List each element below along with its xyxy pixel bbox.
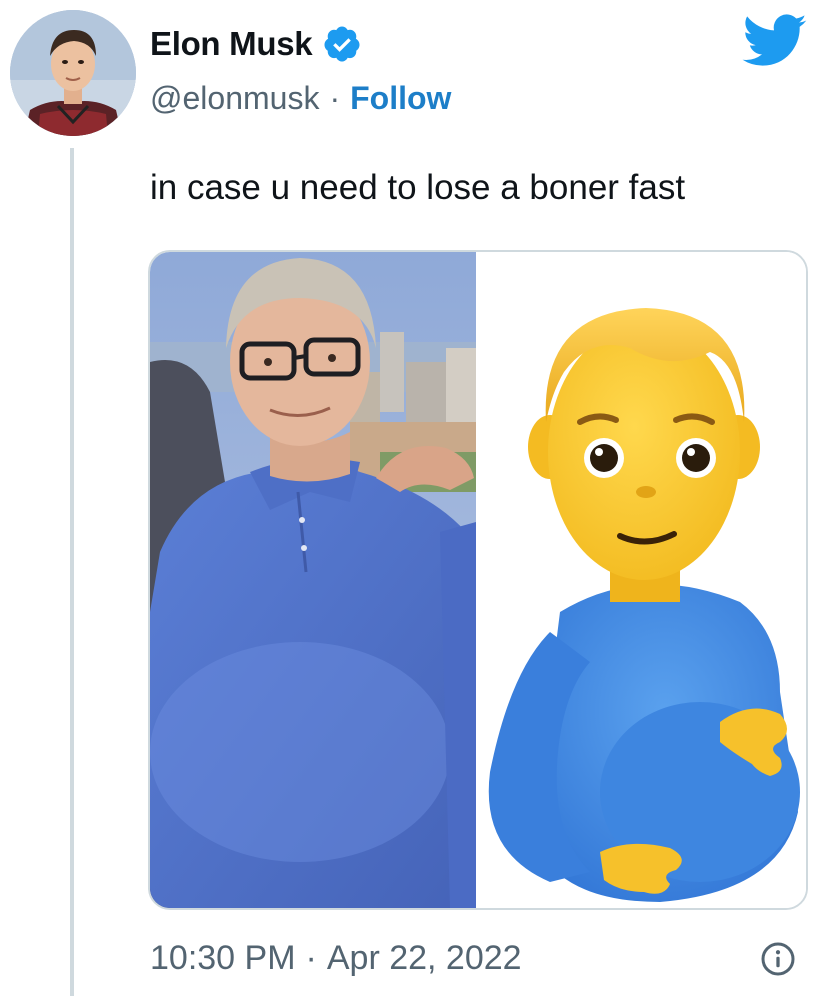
author-name-row: Elon Musk bbox=[150, 22, 362, 66]
tweet-media[interactable] bbox=[148, 250, 808, 910]
timestamp-separator: · bbox=[305, 938, 317, 977]
verified-badge-icon bbox=[324, 26, 360, 62]
handle-separator: · bbox=[329, 79, 341, 116]
media-emoji-right[interactable] bbox=[480, 252, 806, 908]
avatar[interactable] bbox=[10, 10, 136, 136]
author-display-name[interactable]: Elon Musk bbox=[150, 25, 313, 63]
tweet-text: in case u need to lose a boner fast bbox=[150, 168, 686, 207]
tweet-time[interactable]: 10:30 PM bbox=[150, 939, 296, 978]
twitter-bird-icon[interactable] bbox=[742, 14, 808, 68]
tweet-date[interactable]: Apr 22, 2022 bbox=[327, 939, 522, 978]
tweet-card: Elon Musk @elonmusk · Follow in case u n… bbox=[0, 0, 823, 996]
timestamp-row: 10:30 PM · Apr 22, 2022 bbox=[150, 936, 522, 980]
info-icon[interactable] bbox=[760, 941, 796, 977]
author-handle[interactable]: @elonmusk bbox=[150, 80, 319, 117]
author-handle-row: @elonmusk · Follow bbox=[150, 76, 451, 120]
thread-line bbox=[70, 148, 74, 996]
follow-button[interactable]: Follow bbox=[350, 80, 451, 117]
media-photo-left[interactable] bbox=[150, 252, 476, 908]
